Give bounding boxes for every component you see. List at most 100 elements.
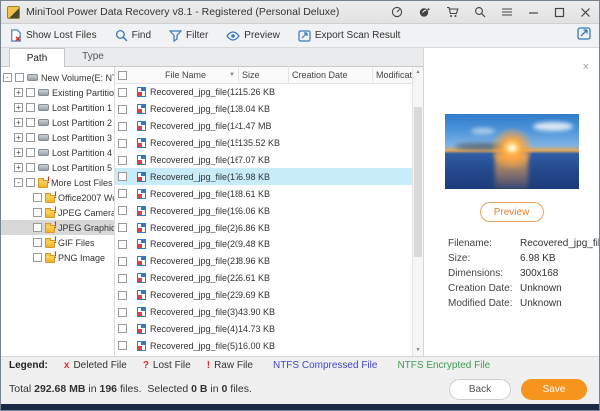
checkbox[interactable] bbox=[118, 155, 127, 165]
checkbox[interactable] bbox=[118, 239, 127, 249]
back-button[interactable]: Back bbox=[449, 378, 511, 400]
checkbox[interactable] bbox=[118, 223, 127, 233]
checkbox[interactable] bbox=[26, 133, 35, 142]
file-row[interactable]: Recovered_jpg_file(19).jpg6.06 KB bbox=[115, 202, 412, 219]
expander-icon[interactable] bbox=[14, 88, 23, 97]
file-row[interactable]: Recovered_jpg_file(18).jpg8.61 KB bbox=[115, 185, 412, 202]
tab-path[interactable]: Path bbox=[9, 48, 65, 67]
checkbox[interactable] bbox=[118, 206, 127, 216]
preview-close-icon[interactable]: × bbox=[583, 62, 589, 73]
tree-item[interactable]: JPEG Camera file bbox=[1, 205, 114, 220]
jpeg-file-icon bbox=[137, 205, 146, 216]
file-row[interactable]: Recovered_jpg_file(16).jpg7.07 KB bbox=[115, 152, 412, 169]
file-row[interactable]: Recovered_jpg_file(4).jpg14.73 KB bbox=[115, 320, 412, 337]
tree-item[interactable]: More Lost Files (RA... bbox=[1, 175, 114, 190]
tree-item[interactable]: Existing Partition (N... bbox=[1, 85, 114, 100]
checkbox[interactable] bbox=[33, 238, 42, 247]
checkbox[interactable] bbox=[33, 208, 42, 217]
checkbox[interactable] bbox=[33, 253, 42, 262]
checkbox[interactable] bbox=[26, 148, 35, 157]
expander-icon[interactable] bbox=[14, 163, 23, 172]
file-row[interactable]: Recovered_jpg_file(5).jpg16.00 KB bbox=[115, 337, 412, 354]
find-button[interactable]: Find bbox=[115, 29, 151, 42]
expander-icon[interactable] bbox=[14, 148, 23, 157]
checkbox[interactable] bbox=[26, 88, 35, 97]
show-lost-files-button[interactable]: Show Lost Files bbox=[9, 29, 97, 42]
preview-button[interactable]: Preview bbox=[226, 30, 280, 41]
checkbox[interactable] bbox=[33, 193, 42, 202]
checkbox[interactable] bbox=[26, 118, 35, 127]
file-row[interactable]: Recovered_jpg_file(20).jpg9.48 KB bbox=[115, 236, 412, 253]
vertical-scrollbar[interactable] bbox=[412, 67, 423, 356]
file-row[interactable]: Recovered_jpg_file(12).jpg15.26 KB bbox=[115, 84, 412, 101]
tree-item[interactable]: GIF Files bbox=[1, 235, 114, 250]
checkbox[interactable] bbox=[118, 87, 127, 97]
checkbox[interactable] bbox=[15, 73, 24, 82]
checkbox[interactable] bbox=[118, 324, 127, 334]
cart-icon[interactable] bbox=[446, 6, 459, 18]
file-modification-date bbox=[372, 270, 412, 287]
file-row[interactable]: Recovered_jpg_file(13).jpg8.04 KB bbox=[115, 101, 412, 118]
scroll-down-icon[interactable] bbox=[413, 345, 423, 356]
select-all-checkbox[interactable] bbox=[118, 70, 127, 80]
promotion-icon[interactable] bbox=[418, 6, 431, 18]
export-icon[interactable] bbox=[577, 26, 591, 45]
tree-item[interactable]: New Volume(E: NTFS) bbox=[1, 70, 114, 85]
expander-icon[interactable] bbox=[14, 118, 23, 127]
save-button[interactable]: Save bbox=[521, 378, 587, 400]
expander-icon[interactable] bbox=[14, 103, 23, 112]
checkbox[interactable] bbox=[118, 172, 127, 182]
scrollbar-thumb[interactable] bbox=[414, 107, 422, 257]
tab-type[interactable]: Type bbox=[65, 48, 121, 66]
legend-item: ! Raw File bbox=[207, 360, 253, 371]
checkbox[interactable] bbox=[118, 138, 127, 148]
filter-button[interactable]: Filter bbox=[169, 29, 208, 42]
checkbox[interactable] bbox=[26, 178, 35, 187]
timer-icon[interactable] bbox=[391, 6, 403, 18]
column-header-modification[interactable]: Modification bbox=[372, 67, 412, 83]
export-scan-result-button[interactable]: Export Scan Result bbox=[298, 29, 400, 42]
file-row[interactable]: Recovered_jpg_file(3).jpg43.90 KB bbox=[115, 304, 412, 321]
tree-item[interactable]: Lost Partition 1 (NT... bbox=[1, 100, 114, 115]
column-header-size[interactable]: Size bbox=[238, 67, 288, 83]
file-row[interactable]: Recovered_jpg_file(22).jpg6.61 KB bbox=[115, 270, 412, 287]
close-button[interactable] bbox=[580, 7, 591, 18]
checkbox[interactable] bbox=[118, 104, 127, 114]
checkbox[interactable] bbox=[118, 290, 127, 300]
file-row[interactable]: Recovered_jpg_file(2).jpg6.86 KB bbox=[115, 219, 412, 236]
file-row[interactable]: Recovered_jpg_file(15).jpg135.52 KB bbox=[115, 135, 412, 152]
tree-item[interactable]: Lost Partition 5 (NT... bbox=[1, 160, 114, 175]
tree-item[interactable]: Office2007 Wor... bbox=[1, 190, 114, 205]
scroll-up-icon[interactable] bbox=[413, 67, 423, 78]
checkbox[interactable] bbox=[118, 307, 127, 317]
expander-icon[interactable] bbox=[3, 73, 12, 82]
tree-item[interactable]: Lost Partition 4 (NT... bbox=[1, 145, 114, 160]
tree-item[interactable]: Lost Partition 3 (NT... bbox=[1, 130, 114, 145]
column-header-creation-date[interactable]: Creation Date bbox=[288, 67, 372, 83]
drive-icon bbox=[38, 89, 49, 96]
file-row[interactable]: Recovered_jpg_file(23).jpg9.69 KB bbox=[115, 287, 412, 304]
menu-icon[interactable] bbox=[501, 7, 513, 17]
tree-item[interactable]: Lost Partition 2 (NT... bbox=[1, 115, 114, 130]
tree-item[interactable]: JPEG Graphics ... bbox=[1, 220, 114, 235]
checkbox[interactable] bbox=[118, 273, 127, 283]
minimize-button[interactable] bbox=[528, 7, 539, 18]
preview-image-button[interactable]: Preview bbox=[479, 202, 544, 222]
checkbox[interactable] bbox=[118, 256, 127, 266]
file-row[interactable]: Recovered_jpg_file(14).jpg1.47 MB bbox=[115, 118, 412, 135]
file-row[interactable]: Recovered_jpg_file(21).jpg8.96 KB bbox=[115, 253, 412, 270]
checkbox[interactable] bbox=[118, 341, 127, 351]
expander-icon[interactable] bbox=[14, 178, 23, 187]
checkbox[interactable] bbox=[118, 121, 127, 131]
checkbox[interactable] bbox=[33, 223, 42, 232]
expander-icon[interactable] bbox=[14, 133, 23, 142]
checkbox[interactable] bbox=[26, 163, 35, 172]
zoom-icon[interactable] bbox=[474, 6, 486, 18]
checkbox[interactable] bbox=[26, 103, 35, 112]
file-row[interactable]: Recovered_jpg_file(17).jpg6.98 KB bbox=[115, 168, 412, 186]
sort-descending-icon[interactable] bbox=[229, 72, 235, 78]
column-header-file-name[interactable]: File Name bbox=[133, 67, 238, 83]
checkbox[interactable] bbox=[118, 189, 127, 199]
tree-item[interactable]: PNG Image bbox=[1, 250, 114, 265]
maximize-button[interactable] bbox=[554, 7, 565, 18]
